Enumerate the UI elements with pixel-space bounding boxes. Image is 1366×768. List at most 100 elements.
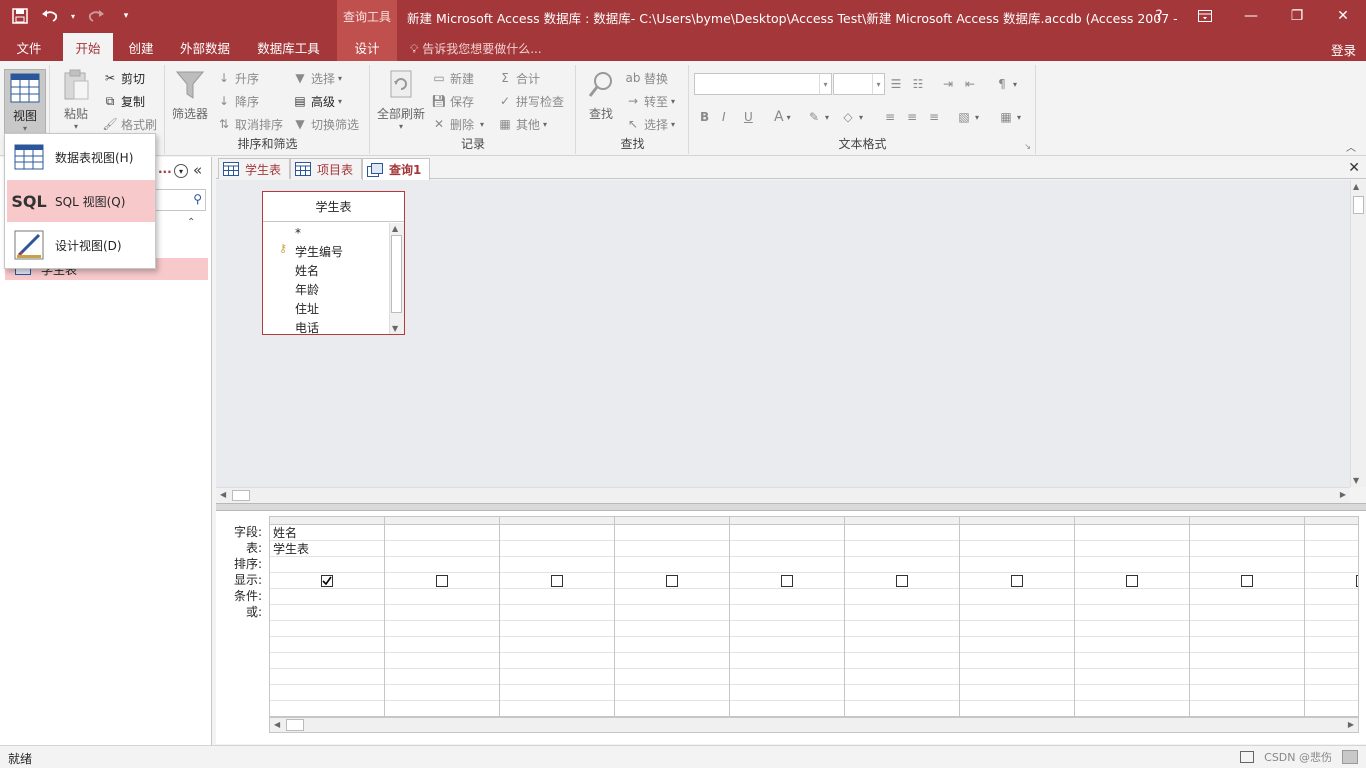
remove-sort-button[interactable]: ⇅ 取消排序 <box>216 114 283 134</box>
grid-horizontal-scrollbar[interactable]: ◀ ▶ <box>269 717 1359 733</box>
grid-cell-criteria[interactable] <box>385 589 499 605</box>
grid-cell-or[interactable] <box>1190 605 1304 621</box>
nav-menu-dropdown-icon[interactable]: ▾ <box>174 164 188 178</box>
cut-button[interactable]: ✂ 剪切 <box>102 68 145 88</box>
grid-cell[interactable] <box>270 685 384 701</box>
paste-button[interactable]: 粘贴 ▾ <box>60 69 92 131</box>
student-table-field-list[interactable]: 学生表 * ⚷ 学生编号 姓名 年龄 住址 电话 ▲ ▼ <box>262 191 405 335</box>
grid-cell-or[interactable] <box>1075 605 1189 621</box>
toggle-filter-button[interactable]: ▼ 切换筛选 <box>292 114 359 134</box>
grid-cell-sort[interactable] <box>270 557 384 573</box>
restore-button[interactable]: ❐ <box>1274 0 1320 32</box>
show-checkbox[interactable] <box>1011 574 1023 587</box>
decrease-indent-button[interactable]: ⇤ <box>962 74 981 94</box>
grid-cell-sort[interactable] <box>1190 557 1304 573</box>
grid-cell-field[interactable] <box>385 525 499 541</box>
grid-cell-sort[interactable] <box>960 557 1074 573</box>
ribbon-display-icon[interactable] <box>1182 0 1228 32</box>
font-size-box[interactable]: ▾ <box>833 73 885 95</box>
grid-cell-criteria[interactable] <box>1075 589 1189 605</box>
dialog-launcher-icon[interactable]: ↘ <box>1024 142 1031 151</box>
menu-item-sql-view[interactable]: SQL SQL 视图(Q) <box>7 180 155 222</box>
menu-item-design-view[interactable]: 设计视图(D) <box>7 224 155 266</box>
filter-button[interactable]: 筛选器 <box>172 69 208 122</box>
scroll-down-icon[interactable]: ▼ <box>1353 476 1359 485</box>
grid-cell-or[interactable] <box>845 605 959 621</box>
undo-dropdown-icon[interactable]: ▾ <box>68 4 78 28</box>
close-document-icon[interactable]: ✕ <box>1348 160 1360 176</box>
tab-create[interactable]: 创建 <box>116 33 166 61</box>
close-button[interactable]: ✕ <box>1320 0 1366 32</box>
selection-button[interactable]: ▼ 选择 ▾ <box>292 68 342 88</box>
tab-external-data[interactable]: 外部数据 <box>170 33 240 61</box>
grid-cell-field[interactable] <box>1190 525 1304 541</box>
scroll-thumb[interactable] <box>286 719 304 731</box>
show-checkbox[interactable] <box>1241 574 1253 587</box>
show-checkbox[interactable] <box>436 574 448 587</box>
collapse-ribbon-icon[interactable]: ︿ <box>1346 139 1356 154</box>
grid-cell-sort[interactable] <box>1075 557 1189 573</box>
grid-cell-or[interactable] <box>385 605 499 621</box>
show-checkbox[interactable] <box>551 574 563 587</box>
gridlines-button[interactable]: ▦ ▾ <box>998 107 1021 127</box>
grid-cell-table[interactable] <box>385 541 499 557</box>
design-view-status-icon[interactable] <box>1342 750 1358 764</box>
grid-cell[interactable] <box>270 653 384 669</box>
field-student-id[interactable]: ⚷ 学生编号 <box>279 242 343 261</box>
grid-cell-field[interactable] <box>845 525 959 541</box>
save-record-button[interactable]: 💾︎ 保存 <box>431 91 474 111</box>
grid-cell-criteria[interactable] <box>615 589 729 605</box>
grid-cell-field[interactable] <box>960 525 1074 541</box>
table-pane-horizontal-scrollbar[interactable]: ◀ ▶ <box>216 487 1350 503</box>
grid-cell-sort[interactable] <box>845 557 959 573</box>
alternate-row-color-button[interactable]: ▧ ▾ <box>956 107 979 127</box>
grid-cell[interactable] <box>270 669 384 685</box>
grid-cell-sort[interactable] <box>385 557 499 573</box>
column-selector[interactable] <box>1190 517 1304 525</box>
goto-button[interactable]: → 转至 ▾ <box>625 91 675 111</box>
column-selector[interactable] <box>1075 517 1189 525</box>
grid-cell-sort[interactable] <box>500 557 614 573</box>
column-selector[interactable] <box>615 517 729 525</box>
grid-cell-field[interactable] <box>1305 525 1358 541</box>
grid-cell-criteria[interactable] <box>1305 589 1358 605</box>
replace-button[interactable]: ab 替换 <box>625 68 669 88</box>
scroll-left-icon[interactable]: ◀ <box>220 490 226 499</box>
grid-cell[interactable] <box>270 621 384 637</box>
customize-qat-icon[interactable]: ▾ <box>114 4 138 28</box>
show-checkbox[interactable] <box>321 574 333 587</box>
minimize-button[interactable]: — <box>1228 0 1274 32</box>
group-collapse-icon[interactable]: ⌃ <box>187 217 195 228</box>
scroll-left-icon[interactable]: ◀ <box>274 720 280 729</box>
scroll-up-icon[interactable]: ▲ <box>392 224 398 233</box>
scroll-up-icon[interactable]: ▲ <box>1353 182 1359 191</box>
italic-button[interactable]: I <box>722 107 726 127</box>
find-button[interactable]: 查找 <box>585 69 617 122</box>
table-pane-vertical-scrollbar[interactable]: ▲ ▼ <box>1350 180 1366 487</box>
grid-cell-table[interactable] <box>1190 541 1304 557</box>
tab-file[interactable]: 文件 <box>4 33 54 61</box>
grid-cell-criteria[interactable] <box>500 589 614 605</box>
grid-cell-table[interactable] <box>730 541 844 557</box>
save-icon[interactable] <box>8 4 32 28</box>
show-checkbox[interactable] <box>1126 574 1138 587</box>
grid-cell-or[interactable] <box>730 605 844 621</box>
tab-design[interactable]: 设计 <box>337 33 397 61</box>
scroll-right-icon[interactable]: ▶ <box>1340 490 1346 499</box>
align-left-button[interactable]: ≡ <box>882 107 901 127</box>
grid-cell-criteria[interactable] <box>1190 589 1304 605</box>
grid-cell-or[interactable] <box>270 605 384 621</box>
help-button[interactable]: ? <box>1136 0 1182 32</box>
column-selector[interactable] <box>385 517 499 525</box>
doc-tab-query1[interactable]: 查询1 <box>362 158 431 180</box>
field-name[interactable]: 姓名 <box>295 261 319 280</box>
tab-home[interactable]: 开始 <box>63 33 113 61</box>
grid-cell-table[interactable] <box>500 541 614 557</box>
grid-cell[interactable] <box>270 637 384 653</box>
sign-in-link[interactable]: 登录 <box>1331 40 1356 59</box>
align-right-button[interactable]: ≡ <box>926 107 945 127</box>
grid-cell-or[interactable] <box>615 605 729 621</box>
column-selector[interactable] <box>270 517 384 525</box>
more-button[interactable]: ▦ 其他 ▾ <box>497 114 547 134</box>
grid-cell-field[interactable] <box>500 525 614 541</box>
